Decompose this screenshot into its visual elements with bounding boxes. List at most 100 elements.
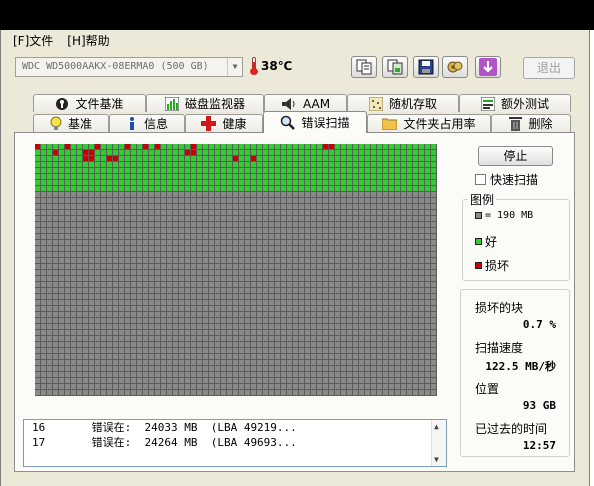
drive-select[interactable]: WDC WD5000AAKX-08ERMA0 (500 GB) ▼ xyxy=(15,57,243,77)
tab-extra-tests[interactable]: 额外测试 xyxy=(459,94,571,112)
block-unscanned xyxy=(143,240,148,245)
tab-health[interactable]: 健康 xyxy=(185,114,263,132)
block-unscanned xyxy=(371,312,376,317)
tab-info[interactable]: 信息 xyxy=(109,114,185,132)
block-unscanned xyxy=(413,222,418,227)
block-unscanned xyxy=(395,348,400,353)
options-button[interactable] xyxy=(442,56,468,78)
block-unscanned xyxy=(347,318,352,323)
quick-scan-checkbox[interactable] xyxy=(475,174,486,185)
block-unscanned xyxy=(173,234,178,239)
block-unscanned xyxy=(275,240,280,245)
block-unscanned xyxy=(143,282,148,287)
log-scrollbar[interactable]: ▲ ▼ xyxy=(431,420,446,466)
error-log[interactable]: 16 错误在: 24033 MB (LBA 49219... 17 错误在: 2… xyxy=(23,419,447,467)
block-good xyxy=(305,156,310,161)
block-unscanned xyxy=(239,384,244,389)
tab-folder-usage[interactable]: 文件夹占用率 xyxy=(367,114,491,132)
block-unscanned xyxy=(389,300,394,305)
block-unscanned xyxy=(305,198,310,203)
block-unscanned xyxy=(317,246,322,251)
block-unscanned xyxy=(119,336,124,341)
block-unscanned xyxy=(203,372,208,377)
block-unscanned xyxy=(419,228,424,233)
copy-image-button[interactable] xyxy=(382,56,408,78)
block-good xyxy=(395,144,400,149)
block-unscanned xyxy=(419,282,424,287)
block-unscanned xyxy=(125,300,130,305)
block-unscanned xyxy=(65,258,70,263)
block-unscanned xyxy=(335,270,340,275)
block-unscanned xyxy=(371,270,376,275)
block-unscanned xyxy=(83,276,88,281)
block-unscanned xyxy=(77,228,82,233)
block-good xyxy=(365,162,370,167)
menu-help[interactable]: [H]帮助 xyxy=(67,32,109,49)
block-unscanned xyxy=(413,246,418,251)
block-unscanned xyxy=(401,366,406,371)
block-unscanned xyxy=(167,306,172,311)
block-unscanned xyxy=(323,246,328,251)
block-good xyxy=(311,174,316,179)
block-unscanned xyxy=(143,222,148,227)
block-unscanned xyxy=(359,384,364,389)
block-unscanned xyxy=(53,360,58,365)
copy-image-icon xyxy=(387,59,403,75)
block-unscanned xyxy=(263,360,268,365)
block-unscanned xyxy=(341,366,346,371)
block-good xyxy=(425,162,430,167)
block-good xyxy=(239,186,244,191)
block-unscanned xyxy=(119,228,124,233)
block-unscanned xyxy=(197,312,202,317)
block-unscanned xyxy=(155,300,160,305)
tab-random-access[interactable]: 随机存取 xyxy=(347,94,459,112)
block-unscanned xyxy=(419,264,424,269)
tab-erase[interactable]: 删除 xyxy=(491,114,571,132)
tab-benchmark[interactable]: 基准 xyxy=(33,114,109,132)
block-good xyxy=(299,180,304,185)
block-good xyxy=(287,150,292,155)
block-unscanned xyxy=(101,300,106,305)
block-good xyxy=(287,186,292,191)
block-unscanned xyxy=(425,366,430,371)
chevron-down-icon[interactable]: ▼ xyxy=(227,58,242,76)
block-unscanned xyxy=(161,228,166,233)
tab-disk-monitor[interactable]: 磁盘监视器 xyxy=(146,94,264,112)
exit-button[interactable]: 退出 xyxy=(523,57,575,79)
block-unscanned xyxy=(401,324,406,329)
block-good xyxy=(131,156,136,161)
block-unscanned xyxy=(41,282,46,287)
block-unscanned xyxy=(425,294,430,299)
block-unscanned xyxy=(41,306,46,311)
block-good xyxy=(167,150,172,155)
scroll-up-icon[interactable]: ▲ xyxy=(434,422,439,431)
scroll-down-icon[interactable]: ▼ xyxy=(434,455,439,464)
block-unscanned xyxy=(137,252,142,257)
block-unscanned xyxy=(269,264,274,269)
tab-file-benchmark[interactable]: 文件基准 xyxy=(33,94,146,112)
block-unscanned xyxy=(167,312,172,317)
quick-scan-option[interactable]: 快速扫描 xyxy=(475,171,538,188)
block-unscanned xyxy=(359,354,364,359)
block-unscanned xyxy=(425,264,430,269)
stop-button[interactable]: 停止 xyxy=(478,146,553,166)
save-button[interactable] xyxy=(413,56,439,78)
block-unscanned xyxy=(269,390,274,395)
block-unscanned xyxy=(113,336,118,341)
block-unscanned xyxy=(161,300,166,305)
block-unscanned xyxy=(95,366,100,371)
copy-text-button[interactable] xyxy=(351,56,377,78)
block-unscanned xyxy=(245,264,250,269)
tab-error-scan[interactable]: 错误扫描 xyxy=(263,111,367,133)
tab-aam[interactable]: AAM xyxy=(264,94,347,112)
block-unscanned xyxy=(197,288,202,293)
menu-file[interactable]: [F]文件 xyxy=(13,32,53,49)
block-good xyxy=(317,180,322,185)
block-unscanned xyxy=(317,300,322,305)
block-good xyxy=(323,180,328,185)
block-unscanned xyxy=(35,390,40,395)
block-unscanned xyxy=(293,318,298,323)
download-button[interactable] xyxy=(475,56,501,78)
block-unscanned xyxy=(221,204,226,209)
block-unscanned xyxy=(215,348,220,353)
